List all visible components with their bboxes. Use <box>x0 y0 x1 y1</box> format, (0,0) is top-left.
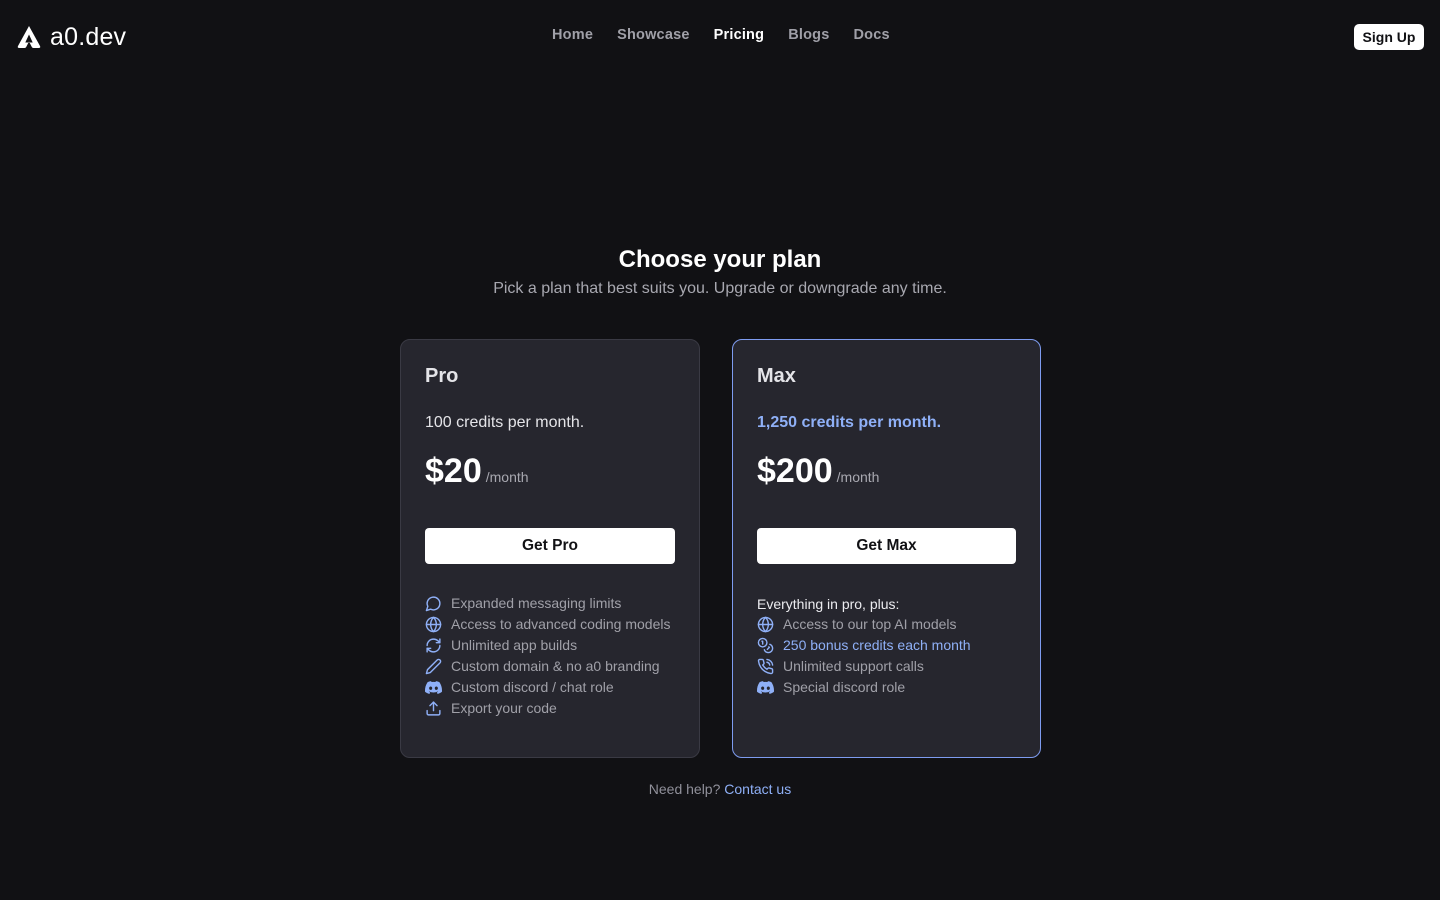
pencil-icon <box>425 658 442 675</box>
upload-icon <box>426 701 441 716</box>
feature-text: Custom discord / chat role <box>451 679 614 695</box>
feature-item: 250 bonus credits each month <box>757 637 971 654</box>
brand-name: a0.dev <box>50 22 127 51</box>
feature-item: Custom discord / chat role <box>425 679 673 696</box>
feature-item: Special discord role <box>757 679 971 696</box>
plan-card-max: Max 1,250 credits per month. $200 /month… <box>732 339 1041 758</box>
nav-link-showcase[interactable]: Showcase <box>617 27 690 43</box>
feature-item: Custom domain & no a0 branding <box>425 658 673 675</box>
feature-text: Unlimited app builds <box>451 637 578 653</box>
page-title: Choose your plan <box>618 246 822 273</box>
page-subtitle: Pick a plan that best suits you. Upgrade… <box>493 280 947 297</box>
discord-icon <box>425 681 442 694</box>
nav-link-docs[interactable]: Docs <box>853 27 889 43</box>
plan-credits: 100 credits per month. <box>425 414 585 431</box>
plan-credits: 1,250 credits per month. <box>757 414 942 431</box>
price-amount: $20 <box>425 452 482 490</box>
brand-logo[interactable]: a0.dev <box>16 22 126 52</box>
features-heading: Everything in pro, plus: <box>757 596 900 612</box>
contact-us-link[interactable]: Contact us <box>724 781 791 797</box>
globe-icon <box>757 616 774 633</box>
feature-item: Expanded messaging limits <box>425 595 673 612</box>
plan-price: $20 /month <box>425 452 529 491</box>
plan-name: Pro <box>425 365 459 387</box>
feature-text: 250 bonus credits each month <box>783 637 971 653</box>
plan-card-pro: Pro 100 credits per month. $20 /month Ge… <box>400 339 700 758</box>
price-amount: $200 <box>757 452 833 490</box>
help-text: Need help? Contact us <box>0 781 1440 797</box>
feature-item: Access to advanced coding models <box>425 616 673 633</box>
feature-text: Expanded messaging limits <box>451 595 622 611</box>
nav-link-blogs[interactable]: Blogs <box>788 27 829 43</box>
feature-text: Export your code <box>451 700 557 716</box>
price-unit: /month <box>485 469 529 485</box>
discord-icon <box>757 681 774 694</box>
feature-list: Expanded messaging limits Access to adva… <box>425 595 673 721</box>
refresh-icon <box>426 638 441 653</box>
plan-price: $200 /month <box>757 452 879 491</box>
get-pro-button[interactable]: Get Pro <box>425 528 675 564</box>
feature-item: Unlimited app builds <box>425 637 673 654</box>
feature-item: Unlimited support calls <box>757 658 971 675</box>
feature-text: Custom domain & no a0 branding <box>451 658 660 674</box>
feature-text: Access to our top AI models <box>783 616 957 632</box>
price-unit: /month <box>836 469 880 485</box>
nav-links: Home Showcase Pricing Blogs Docs <box>552 27 890 43</box>
feature-item: Export your code <box>425 700 673 717</box>
feature-text: Unlimited support calls <box>783 658 924 674</box>
sign-up-button[interactable]: Sign Up <box>1354 24 1424 50</box>
nav-link-home[interactable]: Home <box>552 27 593 43</box>
nav-link-pricing[interactable]: Pricing <box>714 27 765 43</box>
plan-name: Max <box>757 365 796 387</box>
top-nav: a0.dev Home Showcase Pricing Blogs Docs … <box>0 0 1440 72</box>
phone-icon <box>757 658 774 675</box>
globe-icon <box>425 616 442 633</box>
feature-text: Special discord role <box>783 679 906 695</box>
get-max-button[interactable]: Get Max <box>757 528 1016 564</box>
help-label: Need help? <box>648 781 721 797</box>
a0-logo-icon <box>17 26 41 48</box>
feature-text: Access to advanced coding models <box>451 616 671 632</box>
coins-icon <box>757 637 774 654</box>
feature-item: Access to our top AI models <box>757 616 971 633</box>
chat-bubble-icon <box>425 596 441 612</box>
feature-list: Access to our top AI models 250 bonus cr… <box>757 616 971 700</box>
